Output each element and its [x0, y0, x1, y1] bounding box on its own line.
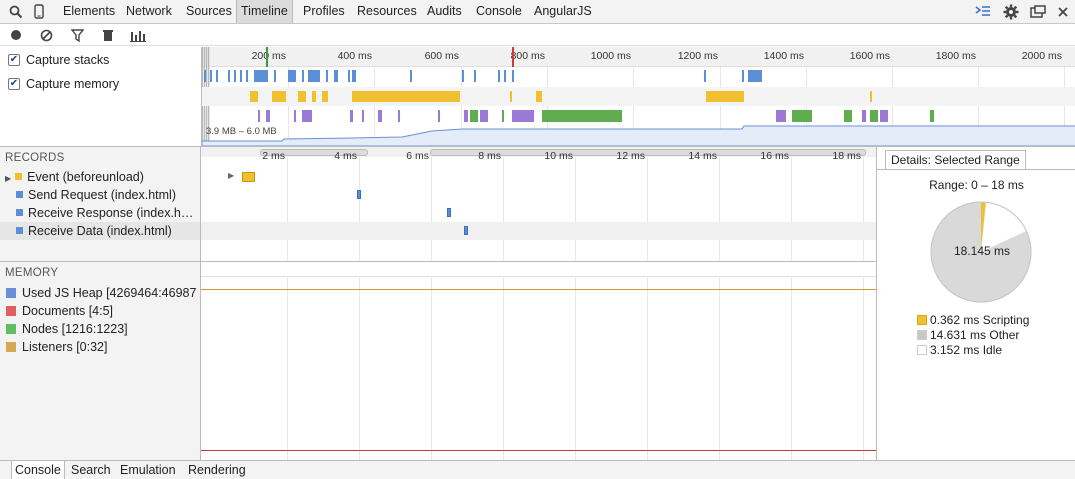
- records-tick: 14 ms: [688, 150, 717, 162]
- record-color-marker: [16, 227, 23, 235]
- drawer-tab-bar: Console Search Emulation Rendering: [0, 460, 1075, 479]
- overview-marker-load: [512, 47, 514, 67]
- record-color-marker: [16, 191, 23, 199]
- records-heading: RECORDS: [5, 152, 65, 164]
- records-panel: RECORDS ▶ Event (beforeunload) Send Reque…: [0, 146, 201, 262]
- record-row-send-request[interactable]: Send Request (index.html): [0, 186, 200, 204]
- drawer-tab-emulation[interactable]: Emulation: [117, 461, 179, 479]
- gear-icon[interactable]: [999, 0, 1023, 23]
- bar-chart-icon[interactable]: [130, 27, 146, 43]
- record-row-event[interactable]: ▶ Event (beforeunload): [0, 168, 200, 186]
- receive-data-bar[interactable]: [464, 226, 468, 235]
- record-label: Receive Data (index.html): [28, 224, 172, 238]
- records-tick: 8 ms: [478, 150, 501, 162]
- legend-idle: 3.152 ms Idle: [917, 343, 1002, 357]
- records-tick: 2 ms: [262, 150, 285, 162]
- capture-memory-checkbox[interactable]: ✔: [8, 78, 20, 90]
- memory-heading: MEMORY: [5, 267, 59, 279]
- memory-graph: [201, 261, 876, 461]
- record-color-marker: [16, 209, 23, 217]
- show-drawer-icon[interactable]: [971, 0, 995, 23]
- clear-icon[interactable]: [38, 27, 54, 43]
- expand-arrow-icon[interactable]: ▶: [5, 174, 11, 183]
- records-tick: 4 ms: [334, 150, 357, 162]
- tab-resources[interactable]: Resources: [353, 0, 421, 23]
- overview-memory-graph: [202, 125, 1075, 146]
- record-label: Event (beforeunload): [27, 170, 144, 184]
- capture-stacks-checkbox[interactable]: ✔: [8, 54, 20, 66]
- details-panel: Details: Selected Range Range: 0 – 18 ms…: [876, 146, 1075, 460]
- pie-center-label: 18.145 ms: [953, 244, 1011, 258]
- overview-options: ✔ Capture stacks ✔ Capture memory: [0, 47, 201, 146]
- overview-tick: 600 ms: [424, 50, 459, 62]
- legend-other: 14.631 ms Other: [917, 328, 1019, 342]
- record-label: Send Request (index.html): [28, 188, 176, 202]
- trash-icon[interactable]: [100, 27, 116, 43]
- record-row-receive-response[interactable]: Receive Response (index.h…: [0, 204, 200, 222]
- overview-tick: 1600 ms: [849, 50, 890, 62]
- overview-tick: 800 ms: [510, 50, 545, 62]
- send-request-bar[interactable]: [357, 190, 361, 199]
- tab-console[interactable]: Console: [472, 0, 526, 23]
- tab-network[interactable]: Network: [122, 0, 176, 23]
- records-tick: 16 ms: [760, 150, 789, 162]
- devtools-tab-bar: Elements Network Sources Timeline Profil…: [0, 0, 1075, 24]
- legend-scripting: 0.362 ms Scripting: [917, 313, 1029, 327]
- memory-counter-nodes[interactable]: Nodes [1216:1223]: [6, 322, 201, 336]
- timeline-toolbar: [0, 24, 1075, 46]
- device-mode-icon[interactable]: [27, 0, 51, 23]
- documents-line: [201, 450, 876, 451]
- memory-counter-listeners[interactable]: Listeners [0:32]: [6, 340, 201, 354]
- undock-icon[interactable]: [1026, 0, 1050, 23]
- drawer-tab-console[interactable]: Console: [11, 461, 65, 479]
- record-label: Receive Response (index.h…: [28, 206, 194, 220]
- memory-counter-documents[interactable]: Documents [4:5]: [6, 304, 201, 318]
- tab-profiles[interactable]: Profiles: [299, 0, 349, 23]
- records-tick: 6 ms: [406, 150, 429, 162]
- tab-timeline[interactable]: Timeline: [236, 0, 293, 23]
- record-icon[interactable]: [8, 27, 24, 43]
- event-bar[interactable]: [242, 172, 255, 182]
- overview-marker-dom-content: [266, 47, 268, 67]
- record-color-marker: [15, 173, 23, 181]
- capture-memory-label: Capture memory: [26, 77, 120, 91]
- memory-range-label: 3.9 MB – 6.0 MB: [206, 126, 277, 137]
- search-icon[interactable]: [4, 0, 28, 23]
- records-tick: 18 ms: [832, 150, 861, 162]
- overview-tick: 1800 ms: [935, 50, 976, 62]
- overview-tick: 400 ms: [337, 50, 372, 62]
- records-timeline[interactable]: 2 ms 4 ms 6 ms 8 ms 10 ms 12 ms 14 ms 16…: [201, 146, 876, 262]
- capture-stacks-label: Capture stacks: [26, 53, 110, 67]
- tab-elements[interactable]: Elements: [59, 0, 119, 23]
- timeline-overview[interactable]: 200 ms 400 ms 600 ms 800 ms 1000 ms 1200…: [201, 47, 1075, 146]
- overview-tick: 1400 ms: [763, 50, 804, 62]
- overview-tick: 200 ms: [251, 50, 286, 62]
- tab-angularjs[interactable]: AngularJS: [530, 0, 596, 23]
- memory-panel: MEMORY Used JS Heap [4269464:46987 Docum…: [0, 261, 201, 460]
- drawer-tab-rendering[interactable]: Rendering: [185, 461, 249, 479]
- memory-counter-js-heap[interactable]: Used JS Heap [4269464:46987: [6, 286, 201, 300]
- overview-tick: 2000 ms: [1021, 50, 1062, 62]
- tab-sources[interactable]: Sources: [182, 0, 236, 23]
- close-icon[interactable]: [1051, 0, 1075, 23]
- overview-tick: 1200 ms: [677, 50, 718, 62]
- listeners-line: [201, 289, 876, 290]
- range-label: Range: 0 – 18 ms: [929, 178, 1024, 192]
- records-tick: 12 ms: [616, 150, 645, 162]
- drawer-tab-search[interactable]: Search: [68, 461, 114, 479]
- record-row-receive-data[interactable]: Receive Data (index.html): [0, 222, 200, 240]
- receive-response-bar[interactable]: [447, 208, 451, 217]
- expand-arrow-icon[interactable]: ▶: [228, 171, 234, 180]
- filter-icon[interactable]: [69, 27, 85, 43]
- tab-audits[interactable]: Audits: [423, 0, 466, 23]
- details-tab[interactable]: Details: Selected Range: [885, 150, 1026, 170]
- overview-tick: 1000 ms: [590, 50, 631, 62]
- records-tick: 10 ms: [544, 150, 573, 162]
